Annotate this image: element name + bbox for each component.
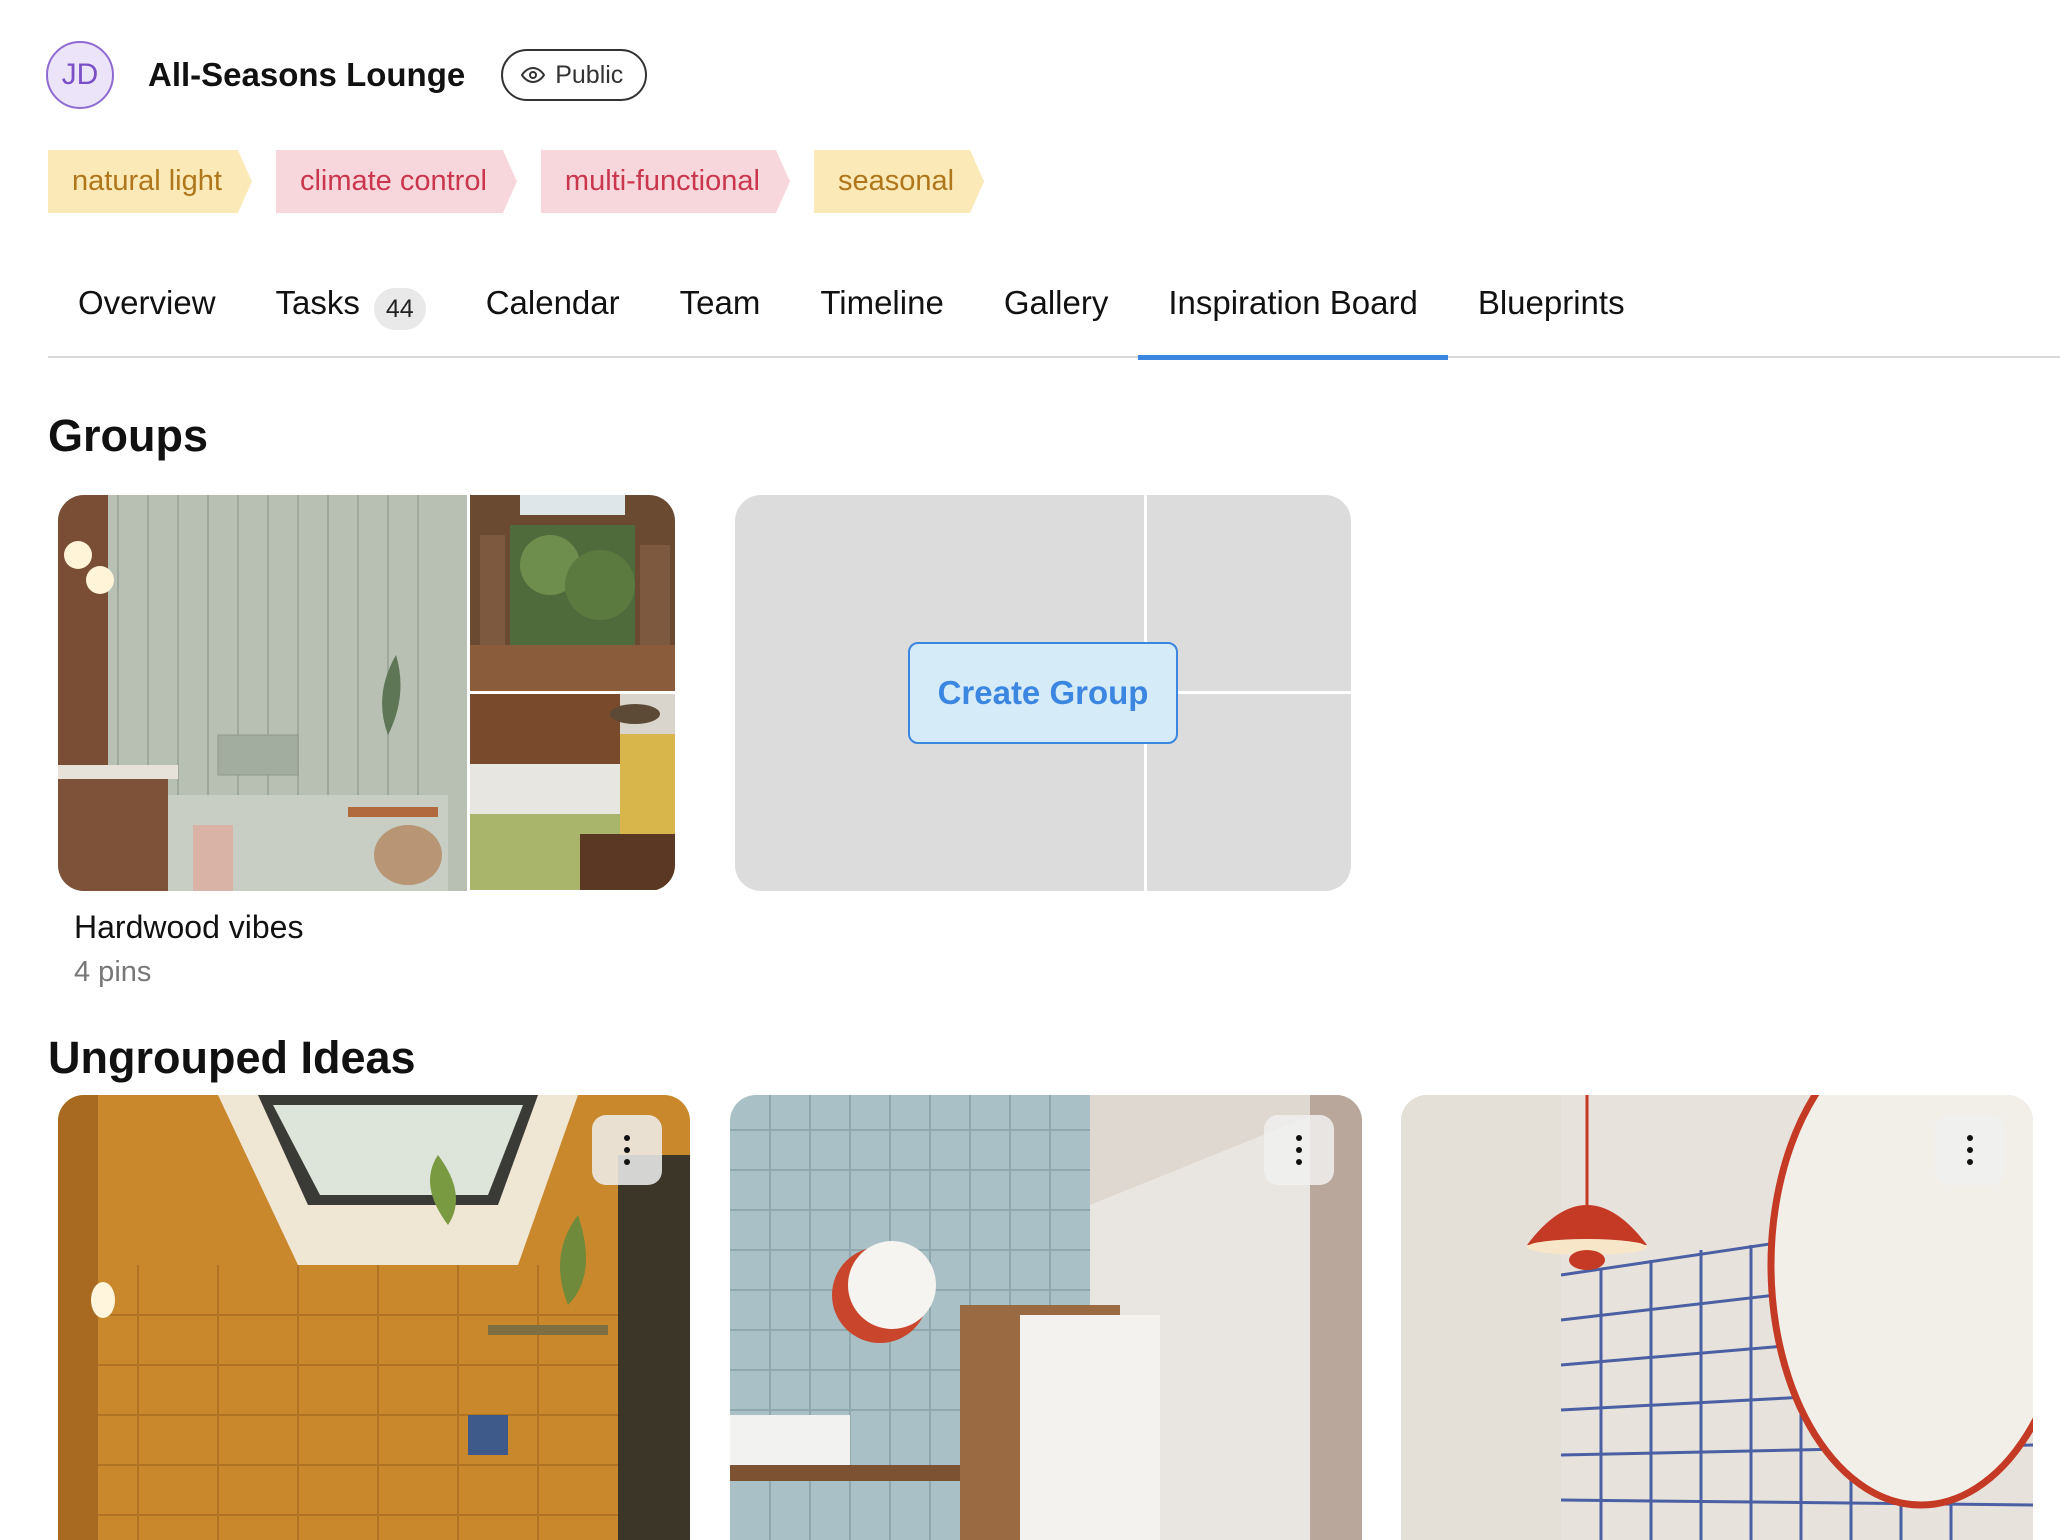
tab-label: Inspiration Board <box>1168 284 1418 321</box>
tab-label: Calendar <box>485 284 620 321</box>
tab-blueprints[interactable]: Blueprints <box>1448 268 1655 358</box>
group-name[interactable]: Hardwood vibes <box>74 909 675 946</box>
tab-tasks[interactable]: Tasks 44 <box>246 268 456 358</box>
create-group-placeholder: Create Group <box>735 495 1351 891</box>
tab-team[interactable]: Team <box>650 268 791 358</box>
tasks-count-badge: 44 <box>373 288 426 330</box>
eye-icon <box>521 66 546 84</box>
tag[interactable]: seasonal <box>814 150 984 213</box>
ungrouped-heading: Ungrouped Ideas <box>48 1032 416 1083</box>
group-image-kitchen-cabinets <box>470 694 675 890</box>
tab-timeline[interactable]: Timeline <box>790 268 973 358</box>
create-group-button[interactable]: Create Group <box>908 642 1178 744</box>
tag[interactable]: climate control <box>276 150 517 213</box>
group-pin-count: 4 pins <box>74 956 152 988</box>
tab-label: Tasks <box>275 284 360 321</box>
idea-card[interactable] <box>730 1095 1362 1540</box>
tab-calendar[interactable]: Calendar <box>456 268 650 358</box>
more-options-button[interactable] <box>1935 1115 2005 1185</box>
tag[interactable]: multi-functional <box>541 150 790 213</box>
visibility-label: Public <box>555 60 624 89</box>
group-image-kitchen-skylight <box>470 495 675 691</box>
group-image-bathroom <box>58 495 467 891</box>
tab-label: Blueprints <box>1477 284 1625 321</box>
groups-heading: Groups <box>48 410 209 461</box>
tab-label: Team <box>679 284 761 321</box>
group-collage[interactable] <box>58 495 675 891</box>
more-options-button[interactable] <box>592 1115 662 1185</box>
group-card[interactable]: Hardwood vibes 4 pins <box>58 495 675 989</box>
project-header: JD All-Seasons Lounge Public <box>46 40 648 110</box>
avatar[interactable]: JD <box>46 41 114 109</box>
page-title: All-Seasons Lounge <box>148 56 466 93</box>
tab-overview[interactable]: Overview <box>48 268 246 358</box>
tag[interactable]: natural light <box>48 150 252 213</box>
idea-card[interactable] <box>1401 1095 2033 1540</box>
tab-label: Gallery <box>1003 284 1109 321</box>
visibility-button[interactable]: Public <box>501 49 648 101</box>
idea-card[interactable] <box>58 1095 690 1540</box>
tab-label: Timeline <box>820 284 944 321</box>
tab-bar: Overview Tasks 44 Calendar Team Timeline… <box>48 268 2060 360</box>
tab-inspiration-board[interactable]: Inspiration Board <box>1138 268 1449 360</box>
more-options-button[interactable] <box>1264 1115 1334 1185</box>
tab-gallery[interactable]: Gallery <box>974 268 1139 358</box>
tag-list: natural light climate control multi-func… <box>48 150 984 213</box>
tab-label: Overview <box>78 284 216 321</box>
